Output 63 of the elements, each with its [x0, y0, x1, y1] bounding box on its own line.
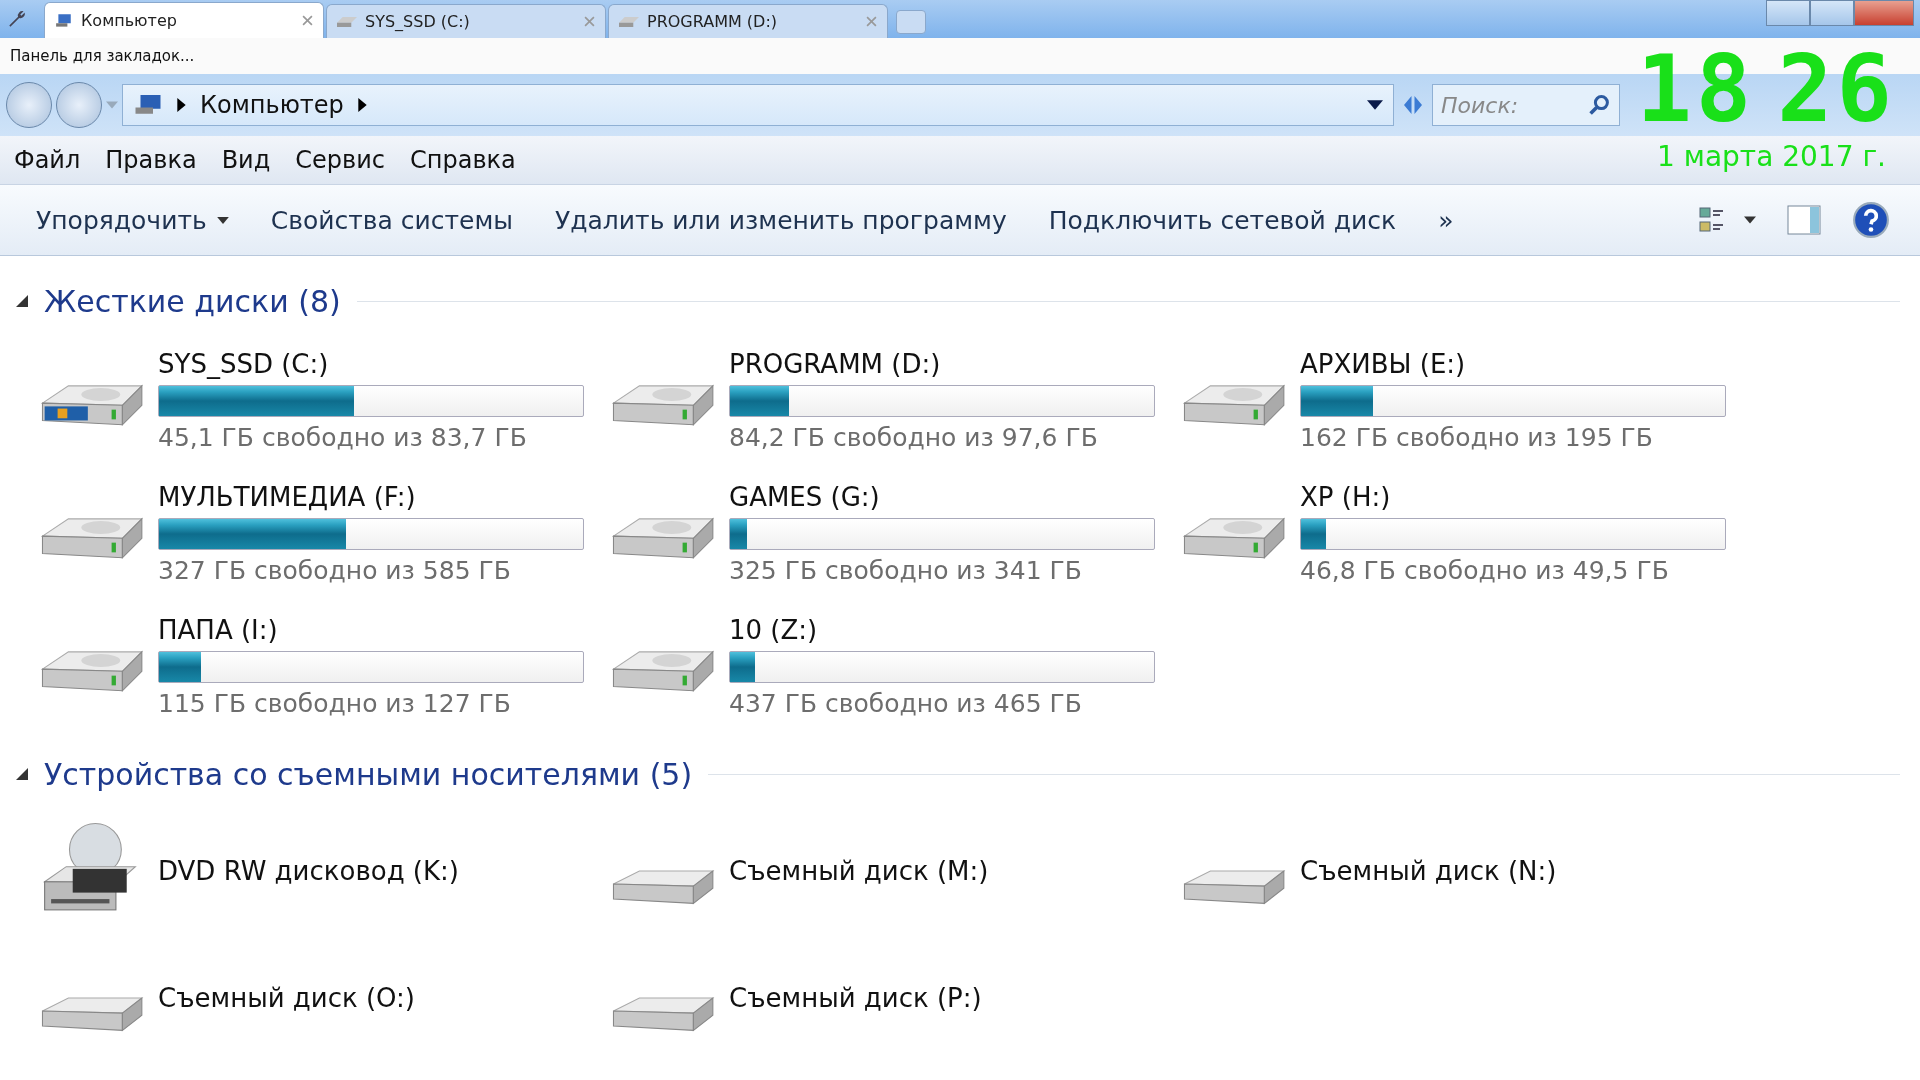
dropdown-icon[interactable] [1367, 100, 1383, 110]
bookmarks-bar-label[interactable]: Панель для закладок... [10, 47, 195, 65]
drive-name[interactable]: ПАПА (I:) [158, 615, 584, 645]
free-space-text: 115 ГБ свободно из 127 ГБ [158, 689, 512, 718]
close-tab-icon[interactable] [584, 16, 595, 27]
maximize-button[interactable] [1810, 0, 1854, 26]
drive-name[interactable]: DVD RW дисковод (K:) [158, 855, 459, 886]
drive-name[interactable]: SYS_SSD (C:) [158, 349, 584, 379]
drive-name[interactable]: МУЛЬТИМЕДИА (F:) [158, 482, 584, 512]
free-space-text: 46,8 ГБ свободно из 49,5 ГБ [1300, 556, 1670, 585]
close-tab-icon[interactable] [866, 16, 877, 27]
clock-hours: 18 [1636, 44, 1756, 136]
drive-name[interactable]: Съемный диск (O:) [158, 982, 416, 1013]
help-icon[interactable] [1852, 201, 1890, 239]
drive-name[interactable]: 10 (Z:) [729, 615, 1155, 645]
browser-tab[interactable]: PROGRAMM (D:) [608, 4, 888, 38]
toolbar-button[interactable]: Свойства системы [264, 201, 519, 239]
drive-icon [337, 16, 357, 27]
close-button[interactable] [1854, 0, 1914, 26]
toolbar-button[interactable]: » [1432, 201, 1460, 239]
menu-item[interactable]: Справка [410, 146, 516, 174]
toolbar-button[interactable]: Упорядочить [30, 201, 235, 239]
close-tab-icon[interactable] [302, 15, 313, 26]
toolbar-button[interactable]: Подключить сетевой диск [1042, 201, 1403, 239]
drive-name[interactable]: Съемный диск (P:) [729, 982, 982, 1013]
clock-minutes: 26 [1777, 44, 1896, 136]
forward-button[interactable] [56, 82, 102, 128]
drive-name[interactable]: АРХИВЫ (E:) [1300, 349, 1726, 379]
new-tab-button[interactable] [896, 10, 926, 34]
free-space-text: 437 ГБ свободно из 465 ГБ [729, 689, 1083, 718]
section-title[interactable]: Устройства со съемными носителями (5) [44, 756, 693, 792]
back-button[interactable] [6, 82, 52, 128]
drive-name[interactable]: GAMES (G:) [729, 482, 1155, 512]
wrench-icon[interactable] [6, 8, 28, 30]
collapse-arrow-icon[interactable] [16, 768, 28, 780]
menu-item[interactable]: Вид [221, 146, 271, 174]
free-space-text: 84,2 ГБ свободно из 97,6 ГБ [729, 423, 1099, 452]
preview-pane-icon[interactable] [1786, 204, 1822, 236]
address-bar[interactable]: Компьютер [122, 84, 1394, 126]
minimize-button[interactable] [1766, 0, 1810, 26]
section-title[interactable]: Жесткие диски (8) [44, 283, 341, 319]
menu-item[interactable]: Сервис [295, 146, 385, 174]
clock-date: 1 марта 2017 г. [1657, 140, 1886, 173]
chevron-icon[interactable] [357, 98, 367, 112]
free-space-text: 325 ГБ свободно из 341 ГБ [729, 556, 1083, 585]
computer-icon [55, 11, 73, 30]
menu-item[interactable]: Правка [105, 146, 197, 174]
drive-name[interactable]: PROGRAMM (D:) [729, 349, 1155, 379]
collapse-arrow-icon[interactable] [16, 295, 28, 307]
drive-name[interactable]: Съемный диск (M:) [729, 855, 989, 886]
caret-icon[interactable] [1744, 216, 1756, 224]
free-space-text: 162 ГБ свободно из 195 ГБ [1300, 423, 1654, 452]
free-space-text: 327 ГБ свободно из 585 ГБ [158, 556, 512, 585]
drive-name[interactable]: Съемный диск (N:) [1300, 855, 1557, 886]
browser-tab[interactable]: Компьютер [44, 2, 324, 38]
chevron-icon[interactable] [177, 98, 186, 112]
drive-name[interactable]: XP (H:) [1300, 482, 1726, 512]
menu-item[interactable]: Файл [14, 146, 81, 174]
browser-tab[interactable]: SYS_SSD (C:) [326, 4, 606, 38]
search-icon[interactable] [1587, 93, 1611, 117]
drive-icon [619, 16, 639, 27]
free-space-text: 45,1 ГБ свободно из 83,7 ГБ [158, 423, 528, 452]
toolbar-button[interactable]: Удалить или изменить программу [549, 201, 1013, 239]
